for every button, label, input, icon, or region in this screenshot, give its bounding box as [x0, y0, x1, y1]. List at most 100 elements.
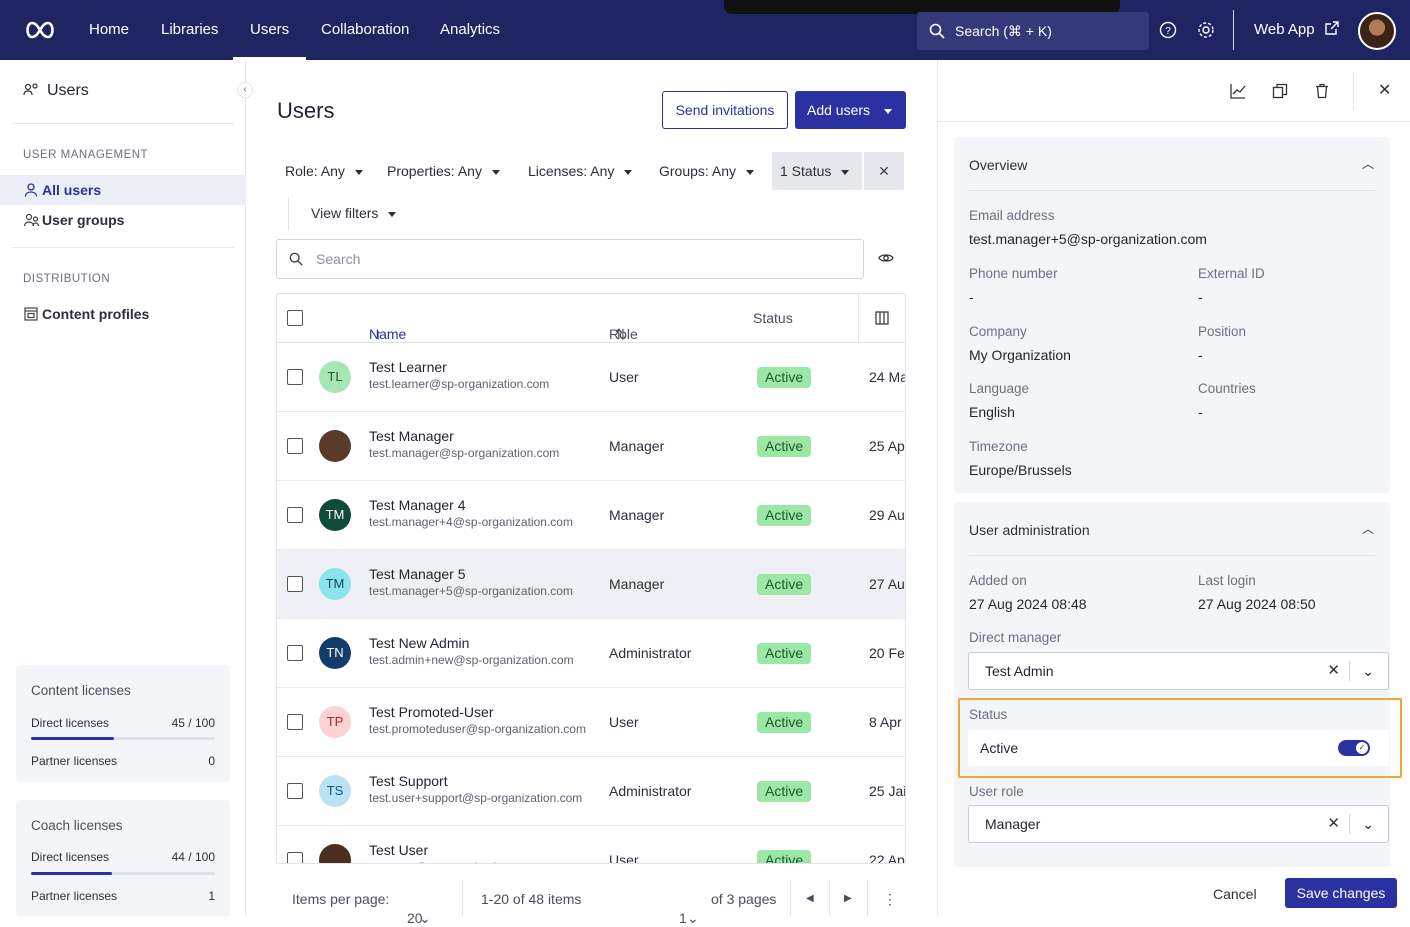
help-icon[interactable]: ? [1159, 21, 1177, 39]
select-all-checkbox[interactable] [287, 310, 303, 326]
table-row[interactable]: TS Test Support test.user+support@sp-organ… [277, 757, 905, 826]
sidebar-item-all-users[interactable]: All users [0, 175, 246, 205]
send-invitations-button[interactable]: Send invitations [662, 91, 788, 129]
filter-groups[interactable]: Groups: Any [659, 152, 755, 190]
content-profile-icon [24, 307, 38, 321]
table-row[interactable]: TM Test Manager 4 test.manager+4@sp-organi… [277, 481, 905, 550]
row-checkbox[interactable] [287, 507, 303, 523]
user-name[interactable]: Test Promoted-User [369, 704, 493, 720]
filter-role[interactable]: Role: Any [285, 152, 363, 190]
email-value: test.manager+5@sp-organization.com [969, 231, 1207, 247]
nav-home[interactable]: Home [89, 0, 129, 60]
row-checkbox[interactable] [287, 576, 303, 592]
eye-icon[interactable] [878, 251, 894, 265]
user-name[interactable]: Test Learner [369, 359, 447, 375]
cancel-button[interactable]: Cancel [1213, 886, 1257, 902]
row-checkbox[interactable] [287, 714, 303, 730]
status-toggle-row[interactable]: Active ✓ [968, 730, 1389, 766]
nav-collaboration[interactable]: Collaboration [321, 0, 409, 60]
next-page-icon[interactable]: ▶ [844, 893, 852, 904]
user-name[interactable]: Test New Admin [369, 635, 469, 651]
items-range: 1-20 of 48 items [481, 891, 582, 907]
collapse-chevron-icon[interactable]: ︿ [1362, 155, 1374, 172]
chevron-down-icon[interactable]: ⌄ [1362, 806, 1374, 842]
global-search-label: Search (⌘ + K) [955, 23, 1052, 39]
settings-gear-icon[interactable] [1197, 21, 1215, 39]
sidebar: Users ‹ USER MANAGEMENT All users User g… [0, 60, 253, 916]
sidebar-item-label: User groups [42, 212, 125, 228]
table-row[interactable]: TM Test Manager 5 test.manager+5@sp-organi… [277, 550, 905, 619]
clear-icon[interactable]: ✕ [1327, 806, 1340, 842]
card-title: Content licenses [31, 683, 131, 698]
selected-value: Manager [985, 816, 1041, 832]
user-name[interactable]: Test Manager [369, 428, 454, 444]
status-badge: Active [757, 781, 812, 802]
add-users-button[interactable]: Add users [795, 91, 906, 129]
collapse-chevron-icon[interactable]: ︿ [1362, 520, 1374, 537]
status-badge: Active [757, 643, 812, 664]
table-row[interactable]: TP Test Promoted-User test.promoteduser@sp… [277, 688, 905, 757]
avatar: TL [319, 361, 351, 393]
clear-icon[interactable]: ✕ [1327, 653, 1340, 689]
row-checkbox[interactable] [287, 438, 303, 454]
previous-page-icon[interactable]: ◀ [806, 893, 814, 904]
row-checkbox[interactable] [287, 783, 303, 799]
filter-label: Licenses: Any [528, 163, 615, 179]
row-checkbox[interactable] [287, 645, 303, 661]
value: 45 / 100 [171, 716, 215, 730]
user-role: Administrator [609, 645, 692, 661]
web-app-link[interactable]: Web App [1254, 0, 1339, 60]
global-search[interactable]: Search (⌘ + K) [917, 12, 1149, 50]
table-row[interactable]: Test User test.user@sp-organization.com Us… [277, 826, 905, 864]
filter-label: Role: Any [285, 163, 345, 179]
filter-properties[interactable]: Properties: Any [387, 152, 500, 190]
search-input[interactable]: Search [276, 239, 864, 279]
table-row[interactable]: Test Manager test.manager@sp-organization… [277, 412, 905, 481]
divider [858, 294, 859, 343]
more-options-icon[interactable]: ⋮ [883, 891, 897, 908]
user-email: test.learner@sp-organization.com [369, 377, 550, 391]
table-header: Name ↑ Role ⇅ Status [277, 294, 905, 343]
divider [1349, 814, 1350, 834]
table-row[interactable]: TL Test Learner test.learner@sp-organizati… [277, 343, 905, 412]
sidebar-item-user-groups[interactable]: User groups [0, 205, 246, 235]
user-date: 25 Ap [869, 438, 905, 454]
row-checkbox[interactable] [287, 369, 303, 385]
table-row[interactable]: TN Test New Admin test.admin+new@sp-organi… [277, 619, 905, 688]
filter-licenses[interactable]: Licenses: Any [528, 152, 633, 190]
chevron-down-icon[interactable]: ⌄ [1362, 653, 1374, 689]
user-role-select[interactable]: Manager ✕ ⌄ [968, 805, 1389, 843]
row-checkbox[interactable] [287, 852, 303, 863]
sort-icon: ⇅ [615, 326, 627, 342]
columns-config-icon[interactable] [875, 311, 889, 325]
sidebar-item-content-profiles[interactable]: Content profiles [0, 299, 246, 329]
user-name[interactable]: Test Support [369, 773, 448, 789]
copy-icon[interactable] [1272, 83, 1288, 99]
column-status-header[interactable]: Status [753, 310, 793, 326]
chevron-down-icon: ⌄ [419, 910, 431, 926]
analytics-chart-icon[interactable] [1230, 83, 1246, 99]
user-avatar[interactable] [1358, 12, 1396, 50]
user-role: User [609, 852, 639, 864]
status-toggle[interactable]: ✓ [1338, 740, 1370, 756]
divider [12, 247, 234, 248]
language-value: English [969, 404, 1015, 420]
filter-label: 1 Status [780, 163, 832, 179]
user-email: test.manager@sp-organization.com [369, 446, 560, 460]
nav-analytics[interactable]: Analytics [440, 0, 500, 60]
save-changes-button[interactable]: Save changes [1285, 878, 1397, 908]
caret-down-icon [354, 169, 363, 175]
filter-status[interactable]: 1 Status [772, 152, 862, 190]
nav-users[interactable]: Users [232, 0, 307, 60]
app-logo-icon[interactable] [22, 18, 58, 42]
user-name[interactable]: Test Manager 5 [369, 566, 466, 582]
view-filters-button[interactable]: View filters [311, 194, 397, 232]
direct-manager-select[interactable]: Test Admin ✕ ⌄ [968, 652, 1389, 690]
trash-icon[interactable] [1315, 83, 1329, 99]
nav-libraries[interactable]: Libraries [161, 0, 219, 60]
clear-filters-button[interactable]: ✕ [864, 152, 904, 190]
user-name[interactable]: Test Manager 4 [369, 497, 466, 513]
value: 1 [679, 910, 687, 926]
user-name[interactable]: Test User [369, 842, 428, 858]
close-icon[interactable]: ✕ [1378, 80, 1391, 100]
